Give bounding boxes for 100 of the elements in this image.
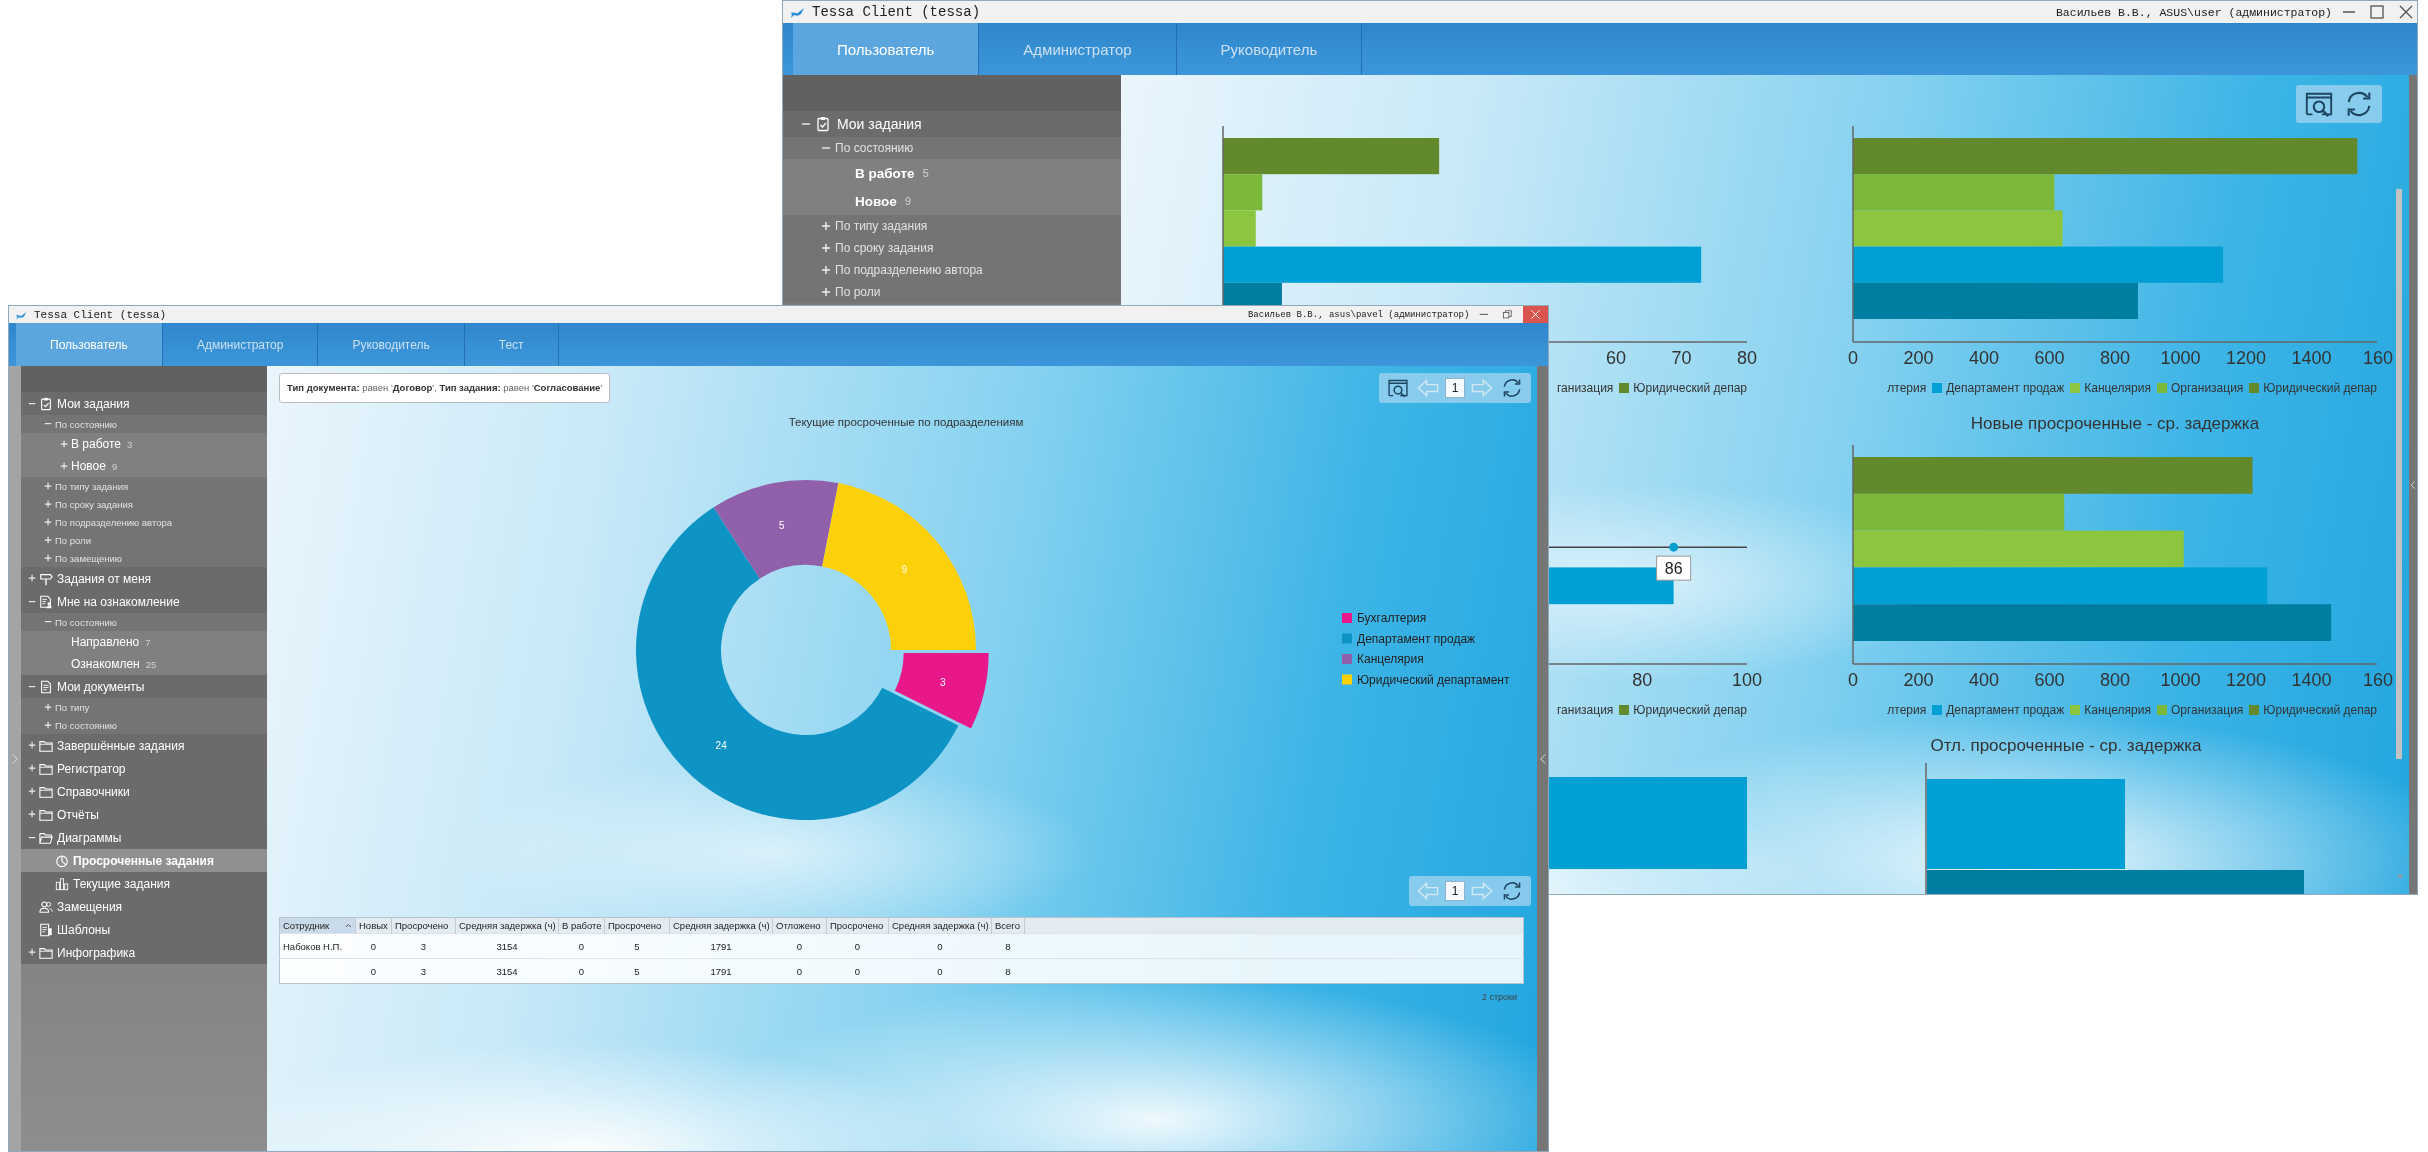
column-header[interactable]: Средняя задержка (ч) bbox=[455, 917, 559, 934]
tree-item[interactable]: По типу bbox=[21, 698, 267, 716]
table-cell: 3 bbox=[391, 933, 456, 959]
tree-item[interactable]: Мои документы bbox=[21, 675, 267, 698]
axis-tick-label: 160 bbox=[2363, 348, 2394, 368]
table-cell: 1791 bbox=[669, 958, 773, 984]
tree-item[interactable]: Шаблоны bbox=[21, 918, 267, 941]
column-header[interactable]: Средняя задержка (ч) bbox=[888, 917, 992, 934]
tree-item[interactable]: Справочники bbox=[21, 780, 267, 803]
axis-tick-label: 1400 bbox=[2291, 348, 2332, 368]
legend-label: лтерия bbox=[1887, 703, 1927, 717]
tree-item[interactable]: Новое 9 bbox=[783, 187, 1121, 215]
tree-item[interactable]: Замещения bbox=[21, 895, 267, 918]
data-label: 9 bbox=[901, 563, 908, 575]
scrollbar-thumb[interactable] bbox=[2396, 189, 2402, 759]
tree-item[interactable]: Завершённые задания bbox=[21, 734, 267, 757]
legend-label: Юридический депар bbox=[2263, 381, 2377, 395]
tree-item[interactable]: Отчёты bbox=[21, 803, 267, 826]
tree-item[interactable]: В работе 5 bbox=[783, 159, 1121, 187]
tree-item[interactable]: По состоянию bbox=[21, 613, 267, 631]
page-number-field[interactable]: 1 bbox=[1445, 881, 1465, 901]
tree-item[interactable]: По состоянию bbox=[21, 716, 267, 734]
legend-label: лтерия bbox=[1887, 381, 1927, 395]
tree-item[interactable]: Новое 9 bbox=[21, 455, 267, 477]
close-button[interactable] bbox=[1523, 306, 1548, 323]
open-folder-icon bbox=[39, 830, 53, 845]
page-number-field[interactable]: 1 bbox=[1445, 378, 1465, 398]
axis-tick-label: 1000 bbox=[2160, 670, 2201, 690]
table-cell: 3154 bbox=[455, 933, 559, 959]
tree-item[interactable]: Текущие задания bbox=[21, 872, 267, 895]
column-header[interactable]: Отложено bbox=[772, 917, 827, 934]
table-cell: 3154 bbox=[455, 958, 559, 984]
legend-label: Бухгалтерия bbox=[1357, 611, 1427, 625]
arrow-left-icon bbox=[1417, 880, 1439, 902]
tree-item[interactable]: По роли bbox=[21, 531, 267, 549]
restore-icon bbox=[1502, 309, 1513, 320]
tree-item[interactable]: По типу задания bbox=[783, 215, 1121, 237]
tab[interactable]: Пользователь bbox=[16, 323, 163, 366]
tree-item[interactable]: По роли bbox=[783, 281, 1121, 303]
column-header[interactable]: Всего bbox=[991, 917, 1025, 934]
tree-item[interactable]: Инфографика bbox=[21, 941, 267, 964]
table-cell: 8 bbox=[991, 933, 1025, 959]
item-count: 5 bbox=[922, 167, 929, 179]
tree-item[interactable]: По сроку задания bbox=[21, 495, 267, 513]
chevron-left-icon bbox=[2408, 479, 2417, 490]
legend-label: Организация bbox=[2170, 381, 2244, 395]
column-header[interactable]: Просрочено bbox=[391, 917, 456, 934]
tree-item[interactable]: По состоянию bbox=[783, 137, 1121, 159]
tab[interactable]: Руководитель bbox=[318, 323, 465, 366]
chart-title: Отл. просроченные - ср. задержка bbox=[1930, 736, 2202, 755]
axis-tick-label: 1000 bbox=[2160, 348, 2201, 368]
table-cell: 1791 bbox=[669, 933, 773, 959]
column-header[interactable]: Средняя задержка (ч) bbox=[669, 917, 773, 934]
tree-item[interactable]: Ознакомлен 25 bbox=[21, 653, 267, 675]
clipboard-check-icon bbox=[815, 116, 831, 132]
tree-item[interactable]: Направлено 7 bbox=[21, 631, 267, 653]
axis-tick-label: 70 bbox=[1671, 348, 1692, 368]
tree-item[interactable]: По замещению bbox=[21, 549, 267, 567]
tree-item[interactable]: Мне на ознакомление bbox=[21, 590, 267, 613]
tree-item[interactable]: В работе 3 bbox=[21, 433, 267, 455]
tree-item[interactable]: Диаграммы bbox=[21, 826, 267, 849]
column-header[interactable]: Просрочено bbox=[604, 917, 670, 934]
document-list-icon bbox=[39, 922, 53, 937]
tab[interactable]: Тест bbox=[464, 323, 559, 366]
legend-label: Юридический депар bbox=[1633, 703, 1747, 717]
legend-label: Департамент продаж bbox=[1946, 703, 2065, 717]
tab[interactable]: Пользователь bbox=[793, 23, 980, 75]
panel-toggle[interactable] bbox=[9, 366, 21, 1151]
close-icon bbox=[2398, 4, 2414, 20]
tree-item[interactable]: По типу задания bbox=[21, 477, 267, 495]
table-cell: 0 bbox=[888, 958, 992, 984]
tree-item[interactable]: Задания от меня bbox=[21, 567, 267, 590]
table-cell: 8 bbox=[991, 958, 1025, 984]
tree-item[interactable]: По состоянию bbox=[21, 415, 267, 433]
panel-toggle[interactable] bbox=[2409, 75, 2417, 894]
tree-item[interactable]: Регистратор bbox=[21, 757, 267, 780]
tab[interactable]: Руководитель bbox=[1176, 23, 1363, 75]
column-header[interactable]: Новых bbox=[355, 917, 392, 934]
axis-tick-label: 400 bbox=[1969, 670, 1999, 690]
tree-item[interactable]: Мои задания bbox=[783, 111, 1121, 137]
search-icon bbox=[1387, 377, 1409, 399]
search-button[interactable] bbox=[1385, 377, 1411, 399]
tree-item[interactable]: Просроченные задания bbox=[21, 849, 267, 872]
tree-item[interactable]: По подразделению автора bbox=[783, 259, 1121, 281]
column-header[interactable]: Просрочено bbox=[826, 917, 889, 934]
column-header[interactable]: В работе bbox=[558, 917, 605, 934]
tree-item[interactable]: По подразделению автора bbox=[21, 513, 267, 531]
tree-item[interactable]: По сроку задания bbox=[783, 237, 1121, 259]
item-count: 3 bbox=[127, 438, 133, 450]
window-title: Tessa Client (tessa) bbox=[34, 308, 167, 321]
tree-item[interactable]: Мои задания bbox=[21, 392, 267, 415]
panel-toggle[interactable] bbox=[1537, 366, 1548, 1151]
table-cell: 0 bbox=[888, 933, 992, 959]
clipboard-check-icon bbox=[39, 396, 53, 411]
table-cell: 0 bbox=[355, 933, 392, 959]
table-cell: 0 bbox=[826, 958, 889, 984]
people-icon bbox=[39, 899, 53, 914]
folder-icon bbox=[39, 761, 53, 776]
column-header[interactable]: Сотрудник bbox=[279, 917, 356, 934]
refresh-icon bbox=[1501, 377, 1523, 399]
